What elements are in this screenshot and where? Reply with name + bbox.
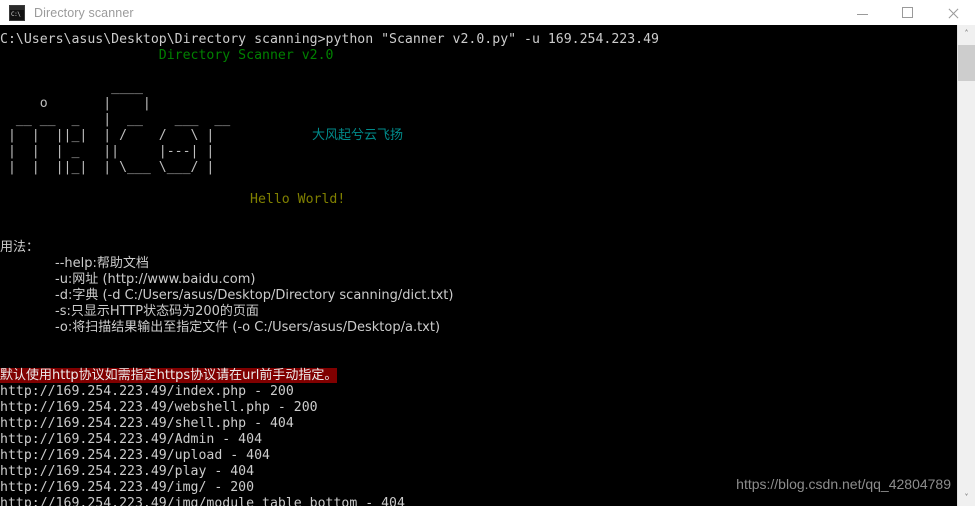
close-icon [947,7,959,19]
scroll-down-arrow-icon[interactable]: ˅ [958,489,975,506]
usage-option-line: -o:将扫描结果输出至指定文件 (-o C:/Users/asus/Deskto… [55,320,441,335]
scrollbar-thumb[interactable] [958,45,975,81]
minimize-button[interactable] [840,0,885,25]
scan-result-line: http://169.254.223.49/shell.php - 404 [0,416,294,431]
protocol-warning-text: 默认使用http协议如需指定https协议请在url前手动指定。 [0,368,338,383]
ascii-art-text: __ __ _ | __ ___ __ [0,112,239,127]
console-area[interactable]: C:\Users\asus\Desktop\Directory scanning… [0,25,975,506]
usage-option-line: -u:网址 (http://www.baidu.com) [55,272,256,287]
window-title: Directory scanner [34,5,134,20]
console-scrollbar[interactable]: ˄ ˅ [957,25,975,506]
protocol-warning-line: 默认使用http协议如需指定https协议请在url前手动指定。 [0,368,957,384]
ascii-art-row: o | | [0,96,957,112]
close-button[interactable] [930,0,975,25]
cmd-console-icon: C:\ [9,4,25,21]
ascii-art-row: | | ||_| | \___ \___/ | [0,160,957,176]
ascii-art-text: | | ||_| | \___ \___/ | [0,160,239,175]
usage-option-line: -s:只显示HTTP状态码为200的页面 [55,304,259,319]
usage-option-line: --help:帮助文档 [55,256,149,271]
maximize-icon [902,7,913,18]
scroll-up-arrow-icon[interactable]: ˄ [958,25,975,42]
ascii-art-row: | | | _ || |---| | [0,144,957,160]
title-bar[interactable]: C:\ Directory scanner [0,0,975,25]
poem-text: 大风起兮云飞扬 [312,128,404,143]
usage-option-line: -d:字典 (-d C:/Users/asus/Desktop/Director… [55,288,454,303]
ascii-art-row: __ __ _ | __ ___ __ [0,112,957,128]
hello-world-line: Hello World! [250,192,346,207]
ascii-art-text: | | ||_| | / / \ | [0,128,239,143]
scan-result-line: http://169.254.223.49/webshell.php - 200 [0,400,318,415]
window-controls [840,0,975,25]
console-output[interactable]: C:\Users\asus\Desktop\Directory scanning… [0,25,957,506]
scan-result-line: http://169.254.223.49/play - 404 [0,464,255,479]
ascii-art-text: o | | [0,96,175,111]
ascii-art-text: ____ [0,80,175,95]
minimize-icon [857,14,868,15]
banner-title: Directory Scanner v2.0 [0,48,334,63]
scan-result-line: http://169.254.223.49/upload - 404 [0,448,270,463]
ascii-art-row: ____ [0,80,957,96]
ascii-art-text: | | | _ || |---| | [0,144,239,159]
maximize-button[interactable] [885,0,930,25]
usage-header: 用法： [0,240,40,255]
scan-result-line: http://169.254.223.49/img/ - 200 [0,480,255,495]
command-prompt-line: C:\Users\asus\Desktop\Directory scanning… [0,32,659,47]
cmd-window: C:\ Directory scanner C:\Users\asus\Desk… [0,0,975,506]
ascii-art-row: | | ||_| | / / \ | 大风起兮云飞扬 [0,128,957,144]
scan-result-line: http://169.254.223.49/index.php - 200 [0,384,294,399]
icon-prompt-text: C:\ [10,9,24,20]
scan-result-line: http://169.254.223.49/Admin - 404 [0,432,263,447]
scan-result-line: http://169.254.223.49/img/module_table_b… [0,496,405,506]
